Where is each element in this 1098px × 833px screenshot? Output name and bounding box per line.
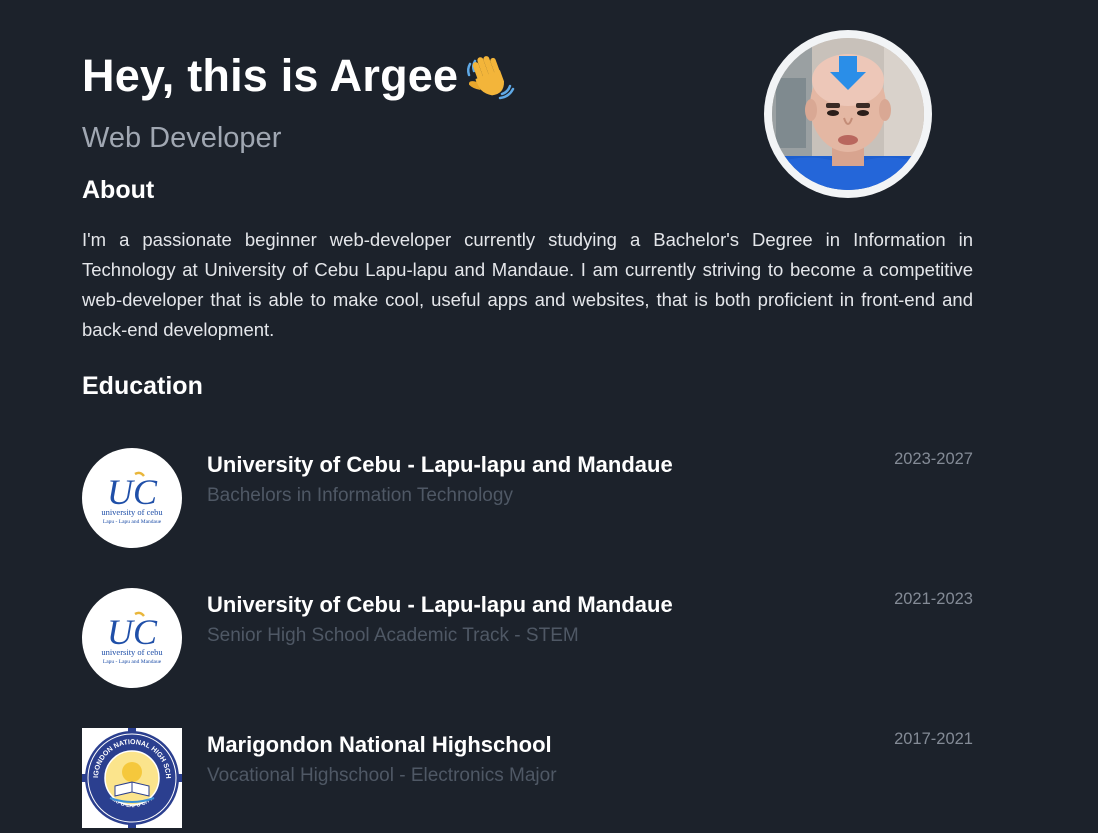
logo-line1: university of cebu [101, 507, 163, 517]
education-program: Bachelors in Information Technology [207, 485, 513, 506]
education-item: UC university of cebu Lapu - Lapu and Ma… [82, 448, 973, 548]
logo-line2: Lapu - Lapu and Mandaue [103, 519, 162, 525]
uc-logo-icon: UC university of cebu Lapu - Lapu and Ma… [82, 588, 182, 688]
avatar [764, 30, 932, 198]
profile-photo [772, 38, 924, 190]
marigondon-seal-icon: MARIGONDON NATIONAL HIGH SCHOOL LAPU-LAP… [82, 728, 182, 828]
waving-hand-icon [464, 50, 516, 102]
education-years: 2017-2021 [894, 730, 973, 748]
education-heading: Education [82, 372, 203, 400]
logo-mark: UC [107, 612, 158, 652]
hero-title: Hey, this is Argee [82, 50, 516, 102]
education-program: Senior High School Academic Track - STEM [207, 625, 579, 646]
education-item: UC university of cebu Lapu - Lapu and Ma… [82, 588, 973, 688]
logo-mark: UC [107, 472, 158, 512]
hero-title-text: Hey, this is Argee [82, 50, 459, 101]
education-program: Vocational Highschool - Electronics Majo… [207, 765, 557, 786]
education-item: MARIGONDON NATIONAL HIGH SCHOOL LAPU-LAP… [82, 728, 973, 828]
education-school: University of Cebu - Lapu-lapu and Manda… [207, 452, 673, 477]
about-heading: About [82, 176, 155, 204]
education-school: University of Cebu - Lapu-lapu and Manda… [207, 592, 673, 617]
education-years: 2023-2027 [894, 450, 973, 468]
uc-logo-icon: UC university of cebu Lapu - Lapu and Ma… [82, 448, 182, 548]
education-school: Marigondon National Highschool [207, 732, 552, 757]
hero-subtitle: Web Developer [82, 122, 282, 154]
education-years: 2021-2023 [894, 590, 973, 608]
portfolio-page: Hey, this is Argee Web Developer About I… [0, 0, 1098, 833]
logo-line1: university of cebu [101, 647, 163, 657]
logo-line2: Lapu - Lapu and Mandaue [103, 659, 162, 665]
about-text: I'm a passionate beginner web-developer … [82, 229, 973, 340]
